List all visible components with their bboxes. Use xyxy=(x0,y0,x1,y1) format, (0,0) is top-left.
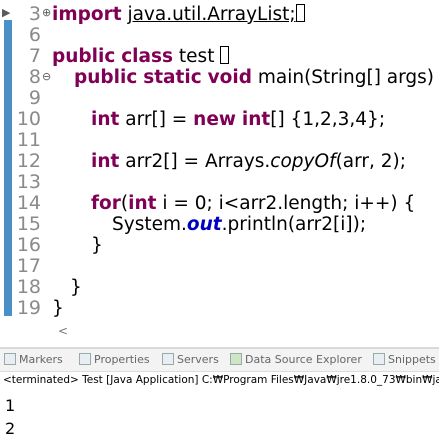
code-line-16: } xyxy=(91,235,103,256)
line-number: 9 xyxy=(28,87,41,109)
keyword: public xyxy=(74,67,138,88)
code-line-18: } xyxy=(70,277,82,298)
code-text: System. xyxy=(112,214,187,235)
code-text: i = 0; i<arr2.length; i++) { xyxy=(162,193,416,214)
overview-ruler xyxy=(0,0,14,320)
code-line-14: for(int i = 0; i<arr2.length; i++) { xyxy=(91,193,415,214)
keyword: int xyxy=(91,109,120,130)
static-field: out xyxy=(186,214,222,235)
line-number: 8 xyxy=(28,66,41,88)
properties-icon xyxy=(79,353,91,365)
tab-label: Properties xyxy=(94,353,150,366)
line-number: 14 xyxy=(16,192,41,214)
tab-label: Servers xyxy=(177,353,219,366)
import-path: java.util.ArrayList; xyxy=(127,4,296,25)
collapse-fold-icon[interactable]: ⊖ xyxy=(42,70,51,83)
code-text: arr[] = xyxy=(125,109,194,130)
view-tab-bar: Markers Properties Servers Data Source E… xyxy=(0,349,439,372)
line-number: 12 xyxy=(16,150,41,172)
line-number: 7 xyxy=(28,45,41,67)
line-number: 6 xyxy=(28,24,41,46)
keyword: for xyxy=(91,193,121,214)
horizontal-scrollbar[interactable]: < xyxy=(46,322,439,344)
line-number: 17 xyxy=(16,255,41,277)
code-line-import: import java.util.ArrayList; xyxy=(52,4,305,25)
tab-properties[interactable]: Properties xyxy=(79,349,150,371)
line-number: 16 xyxy=(16,234,41,256)
console-output-line: 2 xyxy=(5,419,16,438)
text-cursor xyxy=(295,4,305,22)
keyword: new xyxy=(193,109,236,130)
change-bar xyxy=(4,20,12,316)
scroll-left-icon[interactable]: < xyxy=(58,324,68,338)
method-signature: main(String[] args) { xyxy=(257,67,439,88)
snippets-icon xyxy=(373,353,385,365)
tab-snippets[interactable]: Snippets xyxy=(373,349,436,371)
tab-label: Markers xyxy=(19,353,63,366)
code-text: arr2[] = Arrays. xyxy=(125,151,271,172)
line-number: 19 xyxy=(16,297,41,319)
tab-servers[interactable]: Servers xyxy=(162,349,219,371)
code-text: (arr, 2); xyxy=(335,151,406,172)
keyword: int xyxy=(241,109,271,130)
console-output-line: 1 xyxy=(5,396,16,415)
line-number: 10 xyxy=(16,108,41,130)
keyword: static xyxy=(143,67,202,88)
line-number-gutter: ▶ 3 ⊕ 6 7 8 ⊖ 9 10 11 12 13 14 15 16 17 … xyxy=(2,0,51,320)
keyword: class xyxy=(121,46,174,67)
servers-icon xyxy=(162,353,174,365)
code-line-12: int arr2[] = Arrays.copyOf(arr, 2); xyxy=(91,151,406,172)
keyword: int xyxy=(128,193,157,214)
markers-icon xyxy=(4,353,16,365)
text-cursor xyxy=(220,46,230,64)
data-source-icon xyxy=(230,353,242,365)
keyword: int xyxy=(91,151,120,172)
static-method: copyOf xyxy=(270,151,336,172)
code-line-15: System.out.println(arr2[i]); xyxy=(112,214,366,235)
keyword: import xyxy=(52,4,122,25)
expand-fold-icon[interactable]: ▶ xyxy=(2,6,10,19)
code-text: } xyxy=(91,235,103,256)
line-number: 18 xyxy=(16,276,41,298)
code-line-19: } xyxy=(52,298,64,319)
code-text: [] {1,2,3,4}; xyxy=(270,109,386,130)
code-line-class: public class test xyxy=(52,46,230,67)
code-editor[interactable]: ▶ 3 ⊕ 6 7 8 ⊖ 9 10 11 12 13 14 15 16 17 … xyxy=(0,0,439,348)
code-text: } xyxy=(52,298,64,319)
code-line-main: public static void main(String[] args) { xyxy=(74,67,439,88)
line-number: 15 xyxy=(16,213,41,235)
tab-label: Data Source Explorer xyxy=(245,353,362,366)
tab-data-source-explorer[interactable]: Data Source Explorer xyxy=(230,349,362,371)
console-status: <terminated> Test [Java Application] C:₩… xyxy=(3,374,439,386)
class-name: test xyxy=(178,46,215,67)
code-text: } xyxy=(70,277,82,298)
code-line-10: int arr[] = new int[] {1,2,3,4}; xyxy=(91,109,385,130)
fold-marker-icon[interactable]: ⊕ xyxy=(42,6,51,19)
code-area[interactable]: import java.util.ArrayList; public class… xyxy=(52,0,439,320)
tab-label: Snippets xyxy=(388,353,436,366)
code-text: .println(arr2[i]); xyxy=(221,214,367,235)
tab-markers[interactable]: Markers xyxy=(4,349,63,371)
line-number: 11 xyxy=(16,129,41,151)
line-number: 3 xyxy=(28,3,41,25)
keyword: public xyxy=(52,46,116,67)
line-number: 13 xyxy=(16,171,41,193)
keyword: void xyxy=(207,67,252,88)
